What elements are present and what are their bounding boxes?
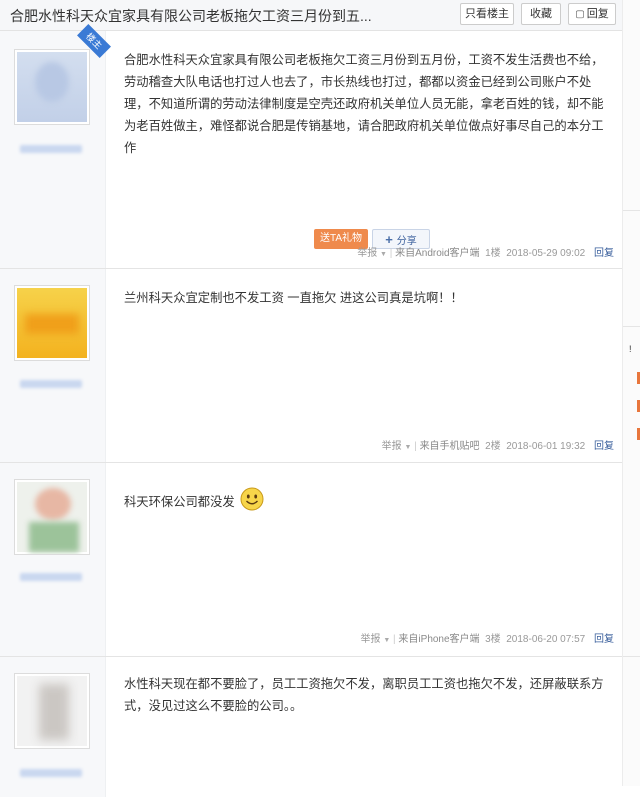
avatar[interactable] [14,479,90,555]
post-author-panel [0,657,106,797]
post-floor-1: 楼主 合肥水性科天众宜家具有限公司老板拖欠工资三月份到五月份，工资不发生活费也不… [0,24,622,269]
avatar[interactable] [14,49,90,125]
reply-button[interactable]: ▢ 回复 [568,3,616,25]
post-author-panel [0,269,106,462]
only-op-button[interactable]: 只看楼主 [460,3,514,25]
thread-header-bar: 合肥水性科天众宜家具有限公司老板拖欠工资三月份到五... 只看楼主 收藏 ▢ 回复 [0,0,622,31]
post-author-panel: 楼主 [0,24,111,268]
sidebar-divider [623,326,640,327]
floor-number: 2楼 [485,441,501,452]
reply-icon: ▢ [575,9,585,20]
post-time: 2018-06-01 19:32 [506,441,586,452]
post-content: 水性科天现在都不要脸了，员工工资拖欠不发，离职员工工资也拖欠不发，还屏蔽联系方式… [124,677,604,713]
username-blurred[interactable] [20,380,82,388]
floor-number: 3楼 [485,634,501,645]
post-time: 2018-06-20 07:57 [506,634,586,645]
caret-down-icon: ▼ [379,251,387,258]
report-link[interactable]: 举报 [382,441,402,452]
favorite-button[interactable]: 收藏 [521,3,561,25]
sidebar-divider [623,656,640,657]
username-blurred[interactable] [20,145,82,153]
post-floor-4: 水性科天现在都不要脸了，员工工资拖欠不发，离职员工工资也拖欠不发，还屏蔽联系方式… [0,657,622,797]
username-blurred[interactable] [20,769,82,777]
username-blurred[interactable] [20,573,82,581]
post-author-panel [0,463,106,656]
right-sidebar-edge: ! [622,0,640,786]
thread-title: 合肥水性科天众宜家具有限公司老板拖欠工资三月份到五... [10,8,372,24]
post-content: 合肥水性科天众宜家具有限公司老板拖欠工资三月份到五月份，工资不发生活费也不给，劳… [124,53,604,155]
avatar[interactable] [14,673,90,749]
post-content: 兰州科天众宜定制也不发工资 一直拖欠 进这公司真是坑啊！！ [124,291,463,305]
post-floor-2: 兰州科天众宜定制也不发工资 一直拖欠 进这公司真是坑啊！！ 举报 ▼ | 来自手… [0,269,622,463]
post-floor-3: 科天环保公司都没发 举报 ▼ | 来自iPhone客户端 3楼 2018-06-… [0,463,622,657]
post-meta: 举报 ▼ | 来自iPhone客户端 3楼 2018-06-20 07:57 回… [360,634,614,645]
caret-down-icon: ▼ [383,637,391,644]
report-link[interactable]: 举报 [361,634,381,645]
reply-button-label: 回复 [586,8,609,20]
caret-down-icon: ▼ [404,444,412,451]
post-time: 2018-05-29 09:02 [506,248,586,259]
post-meta: 举报 ▼ | 来自手机贴吧 2楼 2018-06-01 19:32 回复 [381,441,614,452]
post-meta: 举报 ▼ | 来自Android客户端 1楼 2018-05-29 09:02 … [357,248,614,259]
post-reply-link[interactable]: 回复 [594,441,614,452]
post-reply-link[interactable]: 回复 [594,634,614,645]
post-source[interactable]: 来自iPhone客户端 [398,634,479,645]
post-content: 科天环保公司都没发 [124,487,606,518]
avatar[interactable] [14,285,90,361]
floor-number: 1楼 [485,248,501,259]
post-content-text: 科天环保公司都没发 [124,494,235,509]
post-reply-link[interactable]: 回复 [594,248,614,259]
post-source[interactable]: 来自手机贴吧 [420,441,480,452]
report-link[interactable]: 举报 [357,248,377,259]
post-source[interactable]: 来自Android客户端 [395,248,479,259]
smiley-face-emoji-icon [240,487,264,518]
sidebar-divider [623,210,640,211]
sidebar-mark: ! [629,344,632,354]
